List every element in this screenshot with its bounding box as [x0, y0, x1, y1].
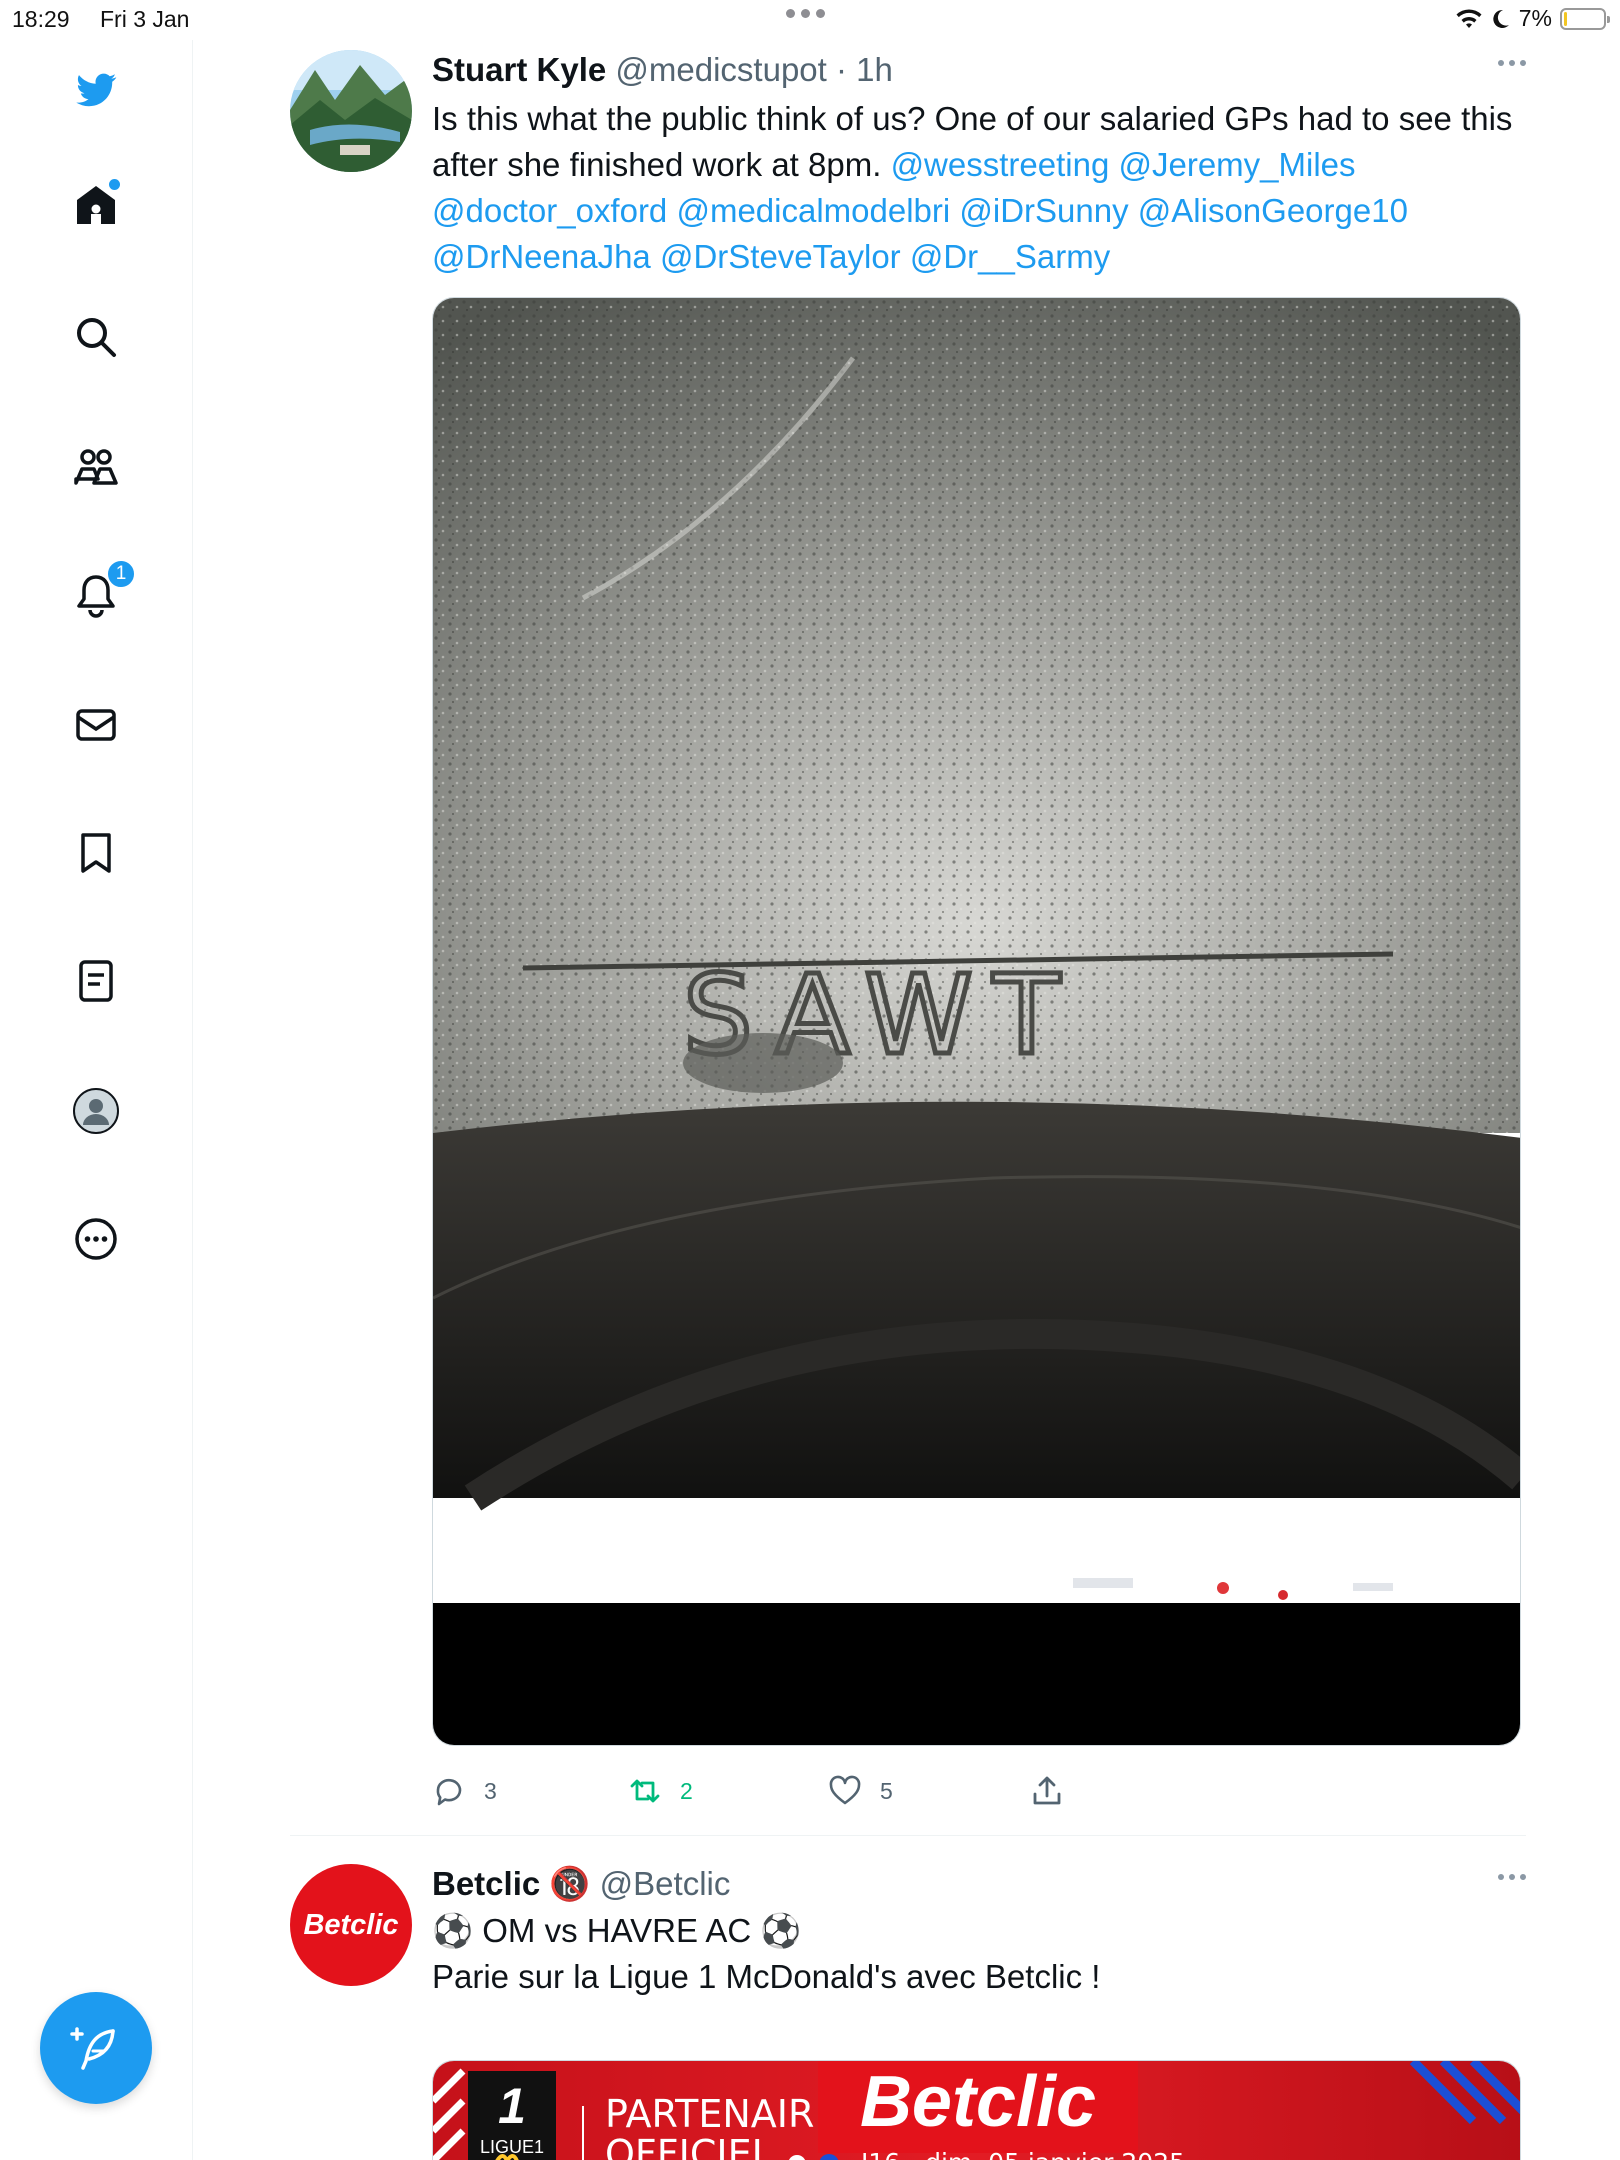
reply-count: 3 [484, 1777, 497, 1804]
tweet-divider [290, 1835, 1526, 1836]
author-handle[interactable]: @Betclic [600, 1865, 731, 1902]
age-restriction-badge: 🔞 [549, 1865, 591, 1902]
tweet-media-photo[interactable]: SAWT [432, 297, 1521, 1746]
communities-icon[interactable] [68, 439, 124, 495]
reply-icon [436, 1778, 462, 1806]
retweet-count: 2 [680, 1777, 693, 1804]
betclic-brand-logo: Betclic [860, 2062, 1096, 2142]
separator-dot: · [836, 51, 847, 88]
tweet[interactable]: Stuart Kyle @medicstupot · 1h Is this wh… [290, 50, 1526, 1820]
tweet-body: Stuart Kyle @medicstupot · 1h Is this wh… [432, 50, 1526, 1806]
partner-line-2: OFFICIEL [605, 2132, 773, 2160]
timeline-feed: Stuart Kyle @medicstupot · 1h Is this wh… [193, 40, 1620, 2160]
search-icon[interactable] [68, 309, 124, 365]
like-button[interactable]: 5 [828, 1774, 893, 1808]
partner-line-1: PARTENAIRE [605, 2092, 838, 2136]
tweet-time[interactable]: 1h [856, 51, 893, 88]
share-icon [1033, 1776, 1061, 1805]
author-handle[interactable]: @medicstupot [615, 51, 826, 88]
tweet-header: Stuart Kyle @medicstupot · 1h [432, 50, 1526, 90]
notification-count-badge: 1 [106, 559, 136, 589]
retweet-button[interactable]: 2 [628, 1774, 693, 1808]
ligue1-number: 1 [498, 2078, 526, 2134]
bookmark-icon[interactable] [68, 825, 124, 881]
matchday-text: J16 - dim. 05 janvier 2025 [859, 2148, 1185, 2160]
compose-feather-icon [70, 2027, 115, 2070]
tweet-more-icon[interactable] [1498, 1874, 1526, 1880]
wifi-icon [1456, 8, 1482, 28]
status-time: 18:29 [12, 6, 70, 32]
status-indicators: 7% [1455, 5, 1610, 32]
heart-icon [829, 1775, 861, 1805]
tweet-text-line-1: ⚽ OM vs HAVRE AC ⚽ [432, 1912, 802, 1949]
status-date: Fri 3 Jan [100, 6, 190, 32]
twitter-bird-icon[interactable] [68, 62, 124, 118]
moon-icon [1493, 9, 1509, 28]
notifications-bell-icon[interactable]: 1 [68, 559, 136, 623]
like-count: 5 [880, 1777, 893, 1804]
compose-tweet-button[interactable] [40, 1992, 152, 2104]
battery-icon [1560, 7, 1610, 30]
battery-percent: 7% [1518, 5, 1552, 31]
betclic-avatar-logo: Betclic [303, 1908, 399, 1941]
profile-avatar-icon[interactable] [68, 1083, 124, 1139]
multitasking-dots-icon[interactable] [786, 9, 834, 23]
ligue1-label: LIGUE1 [480, 2137, 544, 2157]
sidebar: 1 [0, 40, 193, 2160]
home-unread-dot [109, 179, 120, 190]
lists-icon[interactable] [68, 953, 124, 1009]
tweet[interactable]: Betclic Betclic 🔞 @Betclic ⚽ OM vs HAVRE… [290, 1864, 1526, 2160]
author-name[interactable]: Betclic [432, 1865, 540, 1902]
retweet-icon [630, 1779, 660, 1803]
tweet-text-line-2: Parie sur la Ligue 1 McDonald's avec Bet… [432, 1958, 1101, 1995]
reply-button[interactable]: 3 [432, 1774, 497, 1808]
avatar[interactable] [290, 50, 412, 172]
tweet-body: Betclic 🔞 @Betclic ⚽ OM vs HAVRE AC ⚽ Pa… [432, 1864, 1526, 2160]
avatar[interactable]: Betclic [290, 1864, 412, 1986]
status-bar: 18:29 Fri 3 Jan 7% [0, 0, 1620, 40]
promo-banner-media[interactable]: 1 LIGUE1 PARTENAIRE OFFICIEL Betclic J16… [432, 2060, 1521, 2160]
messages-envelope-icon[interactable] [68, 697, 124, 753]
more-options-icon[interactable] [68, 1211, 124, 1267]
tweet-text: Is this what the public think of us? One… [432, 96, 1526, 280]
home-icon[interactable] [68, 177, 124, 233]
tweet-header: Betclic 🔞 @Betclic [432, 1864, 1526, 1904]
share-button[interactable] [1030, 1774, 1064, 1808]
author-name[interactable]: Stuart Kyle [432, 51, 606, 88]
tweet-actions: 3 2 5 [432, 1774, 1132, 1814]
tweet-more-icon[interactable] [1498, 60, 1526, 66]
